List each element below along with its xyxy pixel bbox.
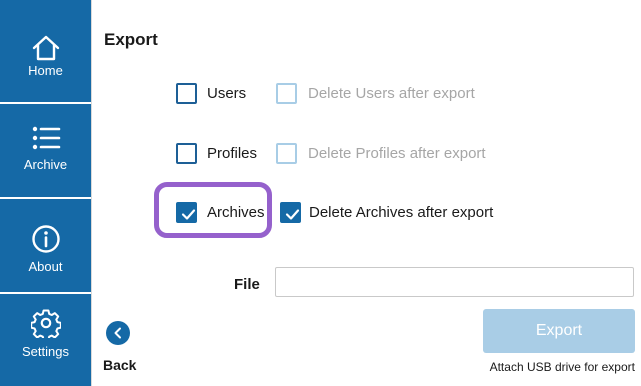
sidebar-item-archive[interactable]: Archive — [0, 104, 91, 197]
sidebar-item-label: Settings — [22, 344, 69, 359]
delete-users-label: Delete Users after export — [308, 85, 475, 102]
home-icon — [32, 35, 59, 61]
profiles-label: Profiles — [207, 145, 258, 162]
back-circle — [106, 321, 130, 345]
delete-profiles-label: Delete Profiles after export — [308, 145, 486, 162]
file-label: File — [234, 276, 260, 293]
file-input[interactable] — [275, 267, 634, 297]
export-button[interactable]: Export — [483, 309, 635, 353]
sidebar-item-settings[interactable]: Settings — [0, 294, 91, 386]
back-button[interactable]: Back — [103, 321, 143, 373]
sidebar-item-home[interactable]: Home — [0, 0, 91, 102]
users-checkbox[interactable] — [176, 83, 197, 104]
delete-archives-checkbox[interactable] — [280, 202, 301, 223]
sidebar-item-label: Archive — [23, 157, 68, 172]
sidebar: Home Archive About Settings — [0, 0, 91, 386]
users-label: Users — [207, 85, 247, 102]
delete-users-checkbox[interactable] — [276, 83, 297, 104]
chevron-left-icon — [114, 327, 121, 339]
page-title: Export — [104, 30, 158, 49]
info-icon — [31, 225, 60, 253]
back-label: Back — [103, 357, 137, 373]
archives-checkbox[interactable] — [176, 202, 197, 223]
sidebar-edge — [91, 0, 92, 386]
checkmark-icon — [181, 209, 196, 220]
delete-archives-label: Delete Archives after export — [309, 204, 494, 221]
profiles-checkbox[interactable] — [176, 143, 197, 164]
archives-label: Archives — [207, 204, 265, 221]
checkmark-icon — [285, 209, 300, 220]
sidebar-item-about[interactable]: About — [0, 199, 91, 292]
export-hint: Attach USB drive for export — [489, 360, 635, 374]
gear-icon — [30, 309, 61, 338]
list-icon — [32, 126, 60, 150]
sidebar-item-label: About — [28, 259, 63, 274]
sidebar-item-label: Home — [28, 63, 63, 78]
export-screen: Home Archive About Settings Export Users… — [0, 0, 641, 386]
delete-profiles-checkbox[interactable] — [276, 143, 297, 164]
